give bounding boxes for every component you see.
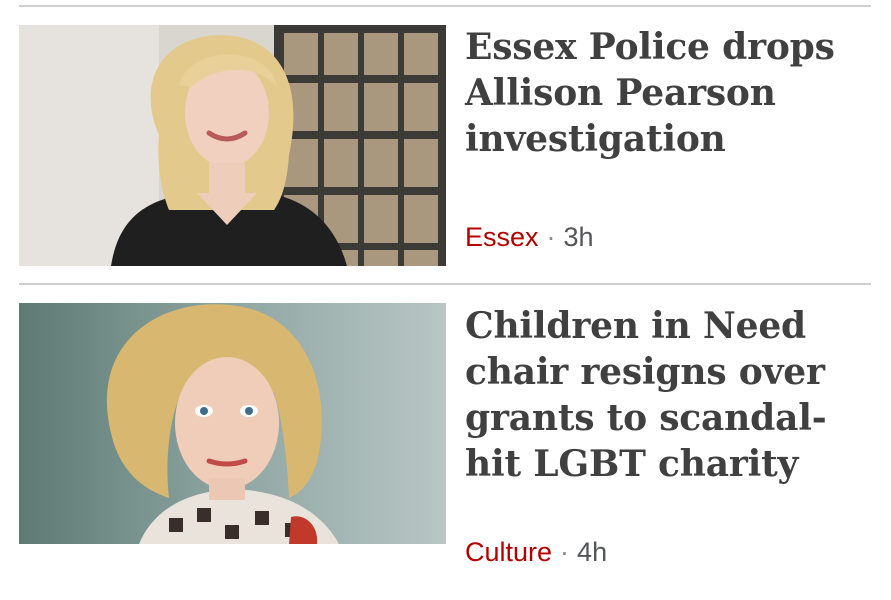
article-1-image[interactable] xyxy=(19,25,446,266)
article-1-timestamp: 3h xyxy=(563,222,594,252)
article-1-headline[interactable]: Essex Police drops Allison Pearson inves… xyxy=(465,24,875,162)
article-2-meta: Culture · 4h xyxy=(465,536,607,568)
article-2-image[interactable] xyxy=(19,303,446,544)
article-2-headline[interactable]: Children in Need chair resigns over gran… xyxy=(465,303,875,487)
article-2-section-link[interactable]: Culture xyxy=(465,537,552,567)
article-card-2[interactable]: Children in Need chair resigns over gran… xyxy=(19,303,871,583)
article-card-1[interactable]: Essex Police drops Allison Pearson inves… xyxy=(19,25,871,270)
article-1-meta: Essex · 3h xyxy=(465,221,594,253)
top-divider xyxy=(19,5,871,7)
article-2-separator: · xyxy=(560,537,570,567)
article-2-timestamp: 4h xyxy=(577,537,608,567)
article-1-separator: · xyxy=(546,222,556,252)
article-1-section-link[interactable]: Essex xyxy=(465,222,539,252)
article-divider xyxy=(19,283,871,285)
